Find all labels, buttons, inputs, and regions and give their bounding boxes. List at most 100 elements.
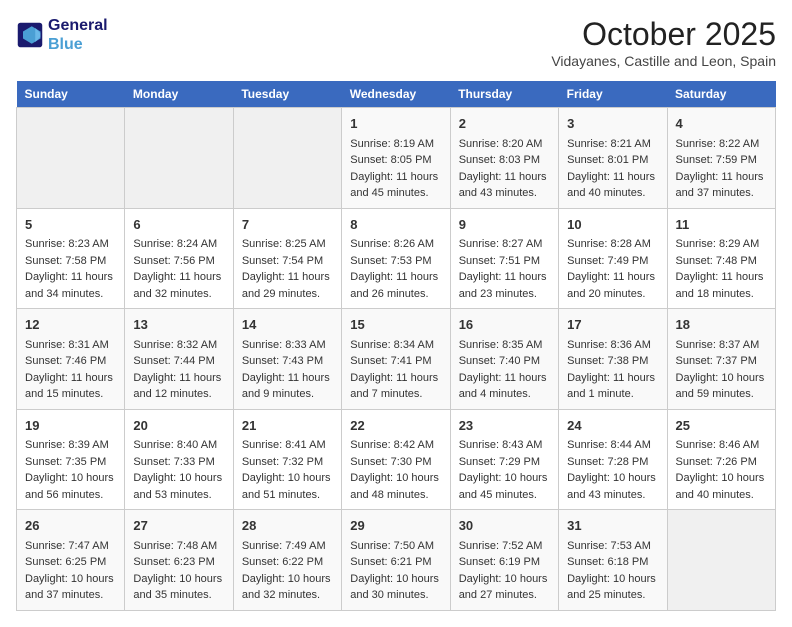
day-info: Daylight: 10 hours and 51 minutes. xyxy=(242,470,333,503)
day-info: Sunset: 7:38 PM xyxy=(567,353,658,370)
day-number: 15 xyxy=(350,315,441,335)
day-info: Sunset: 7:54 PM xyxy=(242,253,333,270)
calendar-cell: 12Sunrise: 8:31 AMSunset: 7:46 PMDayligh… xyxy=(17,309,125,410)
weekday-header-wednesday: Wednesday xyxy=(342,81,450,108)
calendar-cell: 20Sunrise: 8:40 AMSunset: 7:33 PMDayligh… xyxy=(125,409,233,510)
calendar-cell: 17Sunrise: 8:36 AMSunset: 7:38 PMDayligh… xyxy=(559,309,667,410)
day-number: 20 xyxy=(133,416,224,436)
day-info: Daylight: 11 hours and 37 minutes. xyxy=(676,169,767,202)
day-info: Daylight: 11 hours and 15 minutes. xyxy=(25,370,116,403)
day-info: Sunset: 7:49 PM xyxy=(567,253,658,270)
day-info: Sunrise: 8:29 AM xyxy=(676,236,767,253)
day-info: Sunrise: 8:32 AM xyxy=(133,337,224,354)
calendar-cell xyxy=(667,510,775,611)
calendar-table: SundayMondayTuesdayWednesdayThursdayFrid… xyxy=(16,81,776,611)
day-info: Daylight: 11 hours and 20 minutes. xyxy=(567,269,658,302)
day-number: 7 xyxy=(242,215,333,235)
calendar-cell xyxy=(125,108,233,209)
calendar-cell: 8Sunrise: 8:26 AMSunset: 7:53 PMDaylight… xyxy=(342,208,450,309)
calendar-cell: 3Sunrise: 8:21 AMSunset: 8:01 PMDaylight… xyxy=(559,108,667,209)
week-row-2: 5Sunrise: 8:23 AMSunset: 7:58 PMDaylight… xyxy=(17,208,776,309)
day-info: Daylight: 10 hours and 45 minutes. xyxy=(459,470,550,503)
day-number: 18 xyxy=(676,315,767,335)
day-info: Sunrise: 8:40 AM xyxy=(133,437,224,454)
day-info: Sunrise: 8:28 AM xyxy=(567,236,658,253)
day-info: Sunset: 7:56 PM xyxy=(133,253,224,270)
calendar-cell: 30Sunrise: 7:52 AMSunset: 6:19 PMDayligh… xyxy=(450,510,558,611)
day-info: Sunset: 7:28 PM xyxy=(567,454,658,471)
day-number: 29 xyxy=(350,516,441,536)
day-info: Sunrise: 8:44 AM xyxy=(567,437,658,454)
day-info: Daylight: 11 hours and 45 minutes. xyxy=(350,169,441,202)
day-info: Daylight: 10 hours and 59 minutes. xyxy=(676,370,767,403)
day-number: 21 xyxy=(242,416,333,436)
day-number: 26 xyxy=(25,516,116,536)
calendar-cell: 14Sunrise: 8:33 AMSunset: 7:43 PMDayligh… xyxy=(233,309,341,410)
day-number: 24 xyxy=(567,416,658,436)
day-number: 16 xyxy=(459,315,550,335)
weekday-header-friday: Friday xyxy=(559,81,667,108)
day-info: Sunset: 7:33 PM xyxy=(133,454,224,471)
location: Vidayanes, Castille and Leon, Spain xyxy=(551,53,776,69)
calendar-cell: 9Sunrise: 8:27 AMSunset: 7:51 PMDaylight… xyxy=(450,208,558,309)
day-number: 14 xyxy=(242,315,333,335)
calendar-cell: 22Sunrise: 8:42 AMSunset: 7:30 PMDayligh… xyxy=(342,409,450,510)
day-info: Sunrise: 8:37 AM xyxy=(676,337,767,354)
day-info: Sunset: 7:30 PM xyxy=(350,454,441,471)
calendar-cell xyxy=(17,108,125,209)
calendar-cell xyxy=(233,108,341,209)
calendar-cell: 4Sunrise: 8:22 AMSunset: 7:59 PMDaylight… xyxy=(667,108,775,209)
day-info: Sunset: 6:21 PM xyxy=(350,554,441,571)
day-info: Sunset: 6:18 PM xyxy=(567,554,658,571)
day-info: Sunset: 7:26 PM xyxy=(676,454,767,471)
calendar-cell: 21Sunrise: 8:41 AMSunset: 7:32 PMDayligh… xyxy=(233,409,341,510)
day-info: Sunrise: 8:35 AM xyxy=(459,337,550,354)
logo-line1: General xyxy=(48,16,108,35)
day-info: Sunrise: 8:24 AM xyxy=(133,236,224,253)
calendar-cell: 13Sunrise: 8:32 AMSunset: 7:44 PMDayligh… xyxy=(125,309,233,410)
day-info: Sunrise: 8:20 AM xyxy=(459,136,550,153)
day-info: Daylight: 10 hours and 27 minutes. xyxy=(459,571,550,604)
day-number: 28 xyxy=(242,516,333,536)
day-info: Sunset: 7:32 PM xyxy=(242,454,333,471)
calendar-cell: 26Sunrise: 7:47 AMSunset: 6:25 PMDayligh… xyxy=(17,510,125,611)
day-info: Sunset: 7:37 PM xyxy=(676,353,767,370)
day-info: Daylight: 10 hours and 53 minutes. xyxy=(133,470,224,503)
day-info: Daylight: 11 hours and 7 minutes. xyxy=(350,370,441,403)
day-number: 22 xyxy=(350,416,441,436)
day-info: Daylight: 10 hours and 35 minutes. xyxy=(133,571,224,604)
day-info: Sunset: 7:44 PM xyxy=(133,353,224,370)
day-info: Sunrise: 7:52 AM xyxy=(459,538,550,555)
day-info: Sunrise: 8:33 AM xyxy=(242,337,333,354)
week-row-5: 26Sunrise: 7:47 AMSunset: 6:25 PMDayligh… xyxy=(17,510,776,611)
day-number: 17 xyxy=(567,315,658,335)
calendar-cell: 11Sunrise: 8:29 AMSunset: 7:48 PMDayligh… xyxy=(667,208,775,309)
day-number: 23 xyxy=(459,416,550,436)
day-number: 25 xyxy=(676,416,767,436)
day-info: Sunrise: 8:19 AM xyxy=(350,136,441,153)
calendar-cell: 18 Sunrise: 8:37 AMSunset: 7:37 PMDayligh… xyxy=(667,309,775,410)
day-info: Sunrise: 8:39 AM xyxy=(25,437,116,454)
day-number: 1 xyxy=(350,114,441,134)
title-block: October 2025 Vidayanes, Castille and Leo… xyxy=(551,16,776,69)
day-info: Daylight: 11 hours and 40 minutes. xyxy=(567,169,658,202)
day-info: Sunrise: 7:50 AM xyxy=(350,538,441,555)
day-info: Daylight: 11 hours and 18 minutes. xyxy=(676,269,767,302)
day-info: Daylight: 10 hours and 37 minutes. xyxy=(25,571,116,604)
day-number: 8 xyxy=(350,215,441,235)
day-info: Sunset: 7:51 PM xyxy=(459,253,550,270)
week-row-4: 19Sunrise: 8:39 AMSunset: 7:35 PMDayligh… xyxy=(17,409,776,510)
logo-icon xyxy=(16,21,44,49)
day-info: Sunrise: 7:49 AM xyxy=(242,538,333,555)
day-info: Sunrise: 8:41 AM xyxy=(242,437,333,454)
day-info: Sunset: 6:23 PM xyxy=(133,554,224,571)
day-info: Sunset: 8:01 PM xyxy=(567,152,658,169)
calendar-cell: 2Sunrise: 8:20 AMSunset: 8:03 PMDaylight… xyxy=(450,108,558,209)
day-info: Sunset: 8:03 PM xyxy=(459,152,550,169)
page-header: General Blue October 2025 Vidayanes, Cas… xyxy=(16,16,776,69)
day-info: Sunrise: 8:25 AM xyxy=(242,236,333,253)
day-info: Daylight: 10 hours and 56 minutes. xyxy=(25,470,116,503)
day-number: 30 xyxy=(459,516,550,536)
day-number: 4 xyxy=(676,114,767,134)
logo-line2: Blue xyxy=(48,36,83,53)
